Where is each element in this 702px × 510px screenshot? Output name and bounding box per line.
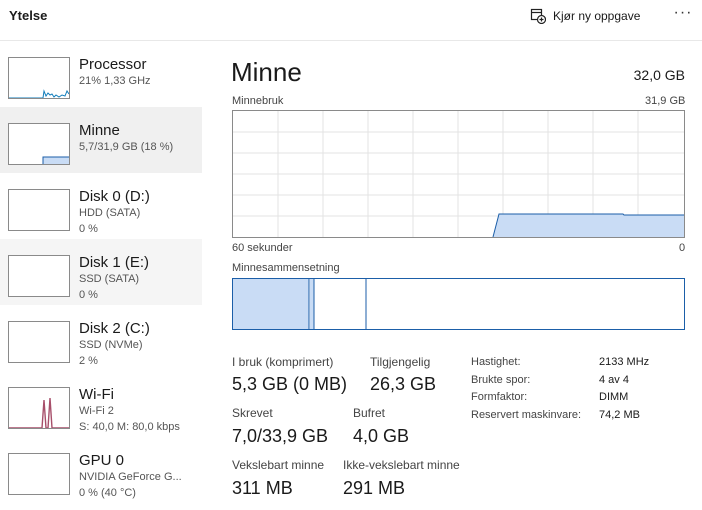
sidebar-item-detail: HDD (SATA) — [79, 207, 141, 219]
paged-pool-label: Vekslebart minne — [232, 458, 325, 472]
sidebar-item-disk-2[interactable]: Disk 2 (C:) SSD (NVMe) 2 % — [0, 305, 202, 371]
sidebar-item-usage: 2 % — [79, 355, 98, 367]
run-new-task-label: Kjør ny oppgave — [553, 9, 641, 23]
sidebar-item-usage: 0 % — [79, 289, 98, 301]
sidebar-item-detail: NVIDIA GeForce G... — [79, 471, 182, 483]
in-use-label: I bruk (komprimert) — [232, 355, 334, 369]
memory-usage-graph — [232, 110, 685, 238]
processor-thumbnail-graph — [8, 57, 70, 99]
gpu-0-thumbnail-graph — [8, 453, 70, 495]
more-options-button[interactable]: ··· — [671, 5, 695, 26]
memory-composition-label: Minnesammensetning — [232, 262, 340, 274]
disk-2-thumbnail-graph — [8, 321, 70, 363]
sidebar-item-detail: 21% 1,33 GHz — [79, 75, 151, 87]
sidebar-item-label: Disk 1 (E:) — [79, 254, 150, 271]
sidebar-item-usage: S: 40,0 M: 80,0 kbps — [79, 421, 180, 433]
memory-composition-bar — [232, 278, 685, 330]
cached-label: Bufret — [353, 406, 386, 420]
sidebar-item-disk-0[interactable]: Disk 0 (D:) HDD (SATA) 0 % — [0, 173, 202, 239]
sidebar-item-usage: 0 % — [79, 223, 98, 235]
sidebar-item-disk-1[interactable]: Disk 1 (E:) SSD (SATA) 0 % — [0, 239, 202, 305]
memory-heading: Minne — [231, 57, 302, 87]
sidebar-item-label: GPU 0 — [79, 452, 125, 469]
memory-total: 32,0 GB — [633, 67, 685, 83]
sidebar-item-detail: 5,7/31,9 GB (18 %) — [79, 141, 174, 153]
disk-1-thumbnail-graph — [8, 255, 70, 297]
disk-0-thumbnail-graph — [8, 189, 70, 231]
sidebar-item-processor[interactable]: Processor 21% 1,33 GHz — [0, 41, 202, 107]
slots-used-value: 4 av 4 — [599, 374, 629, 386]
form-factor-value: DIMM — [599, 391, 629, 403]
cached-value: 4,0 GB — [353, 426, 410, 446]
time-axis-end: 0 — [679, 242, 686, 254]
non-paged-pool-value: 291 MB — [343, 478, 406, 498]
page-title: Ytelse — [9, 8, 48, 23]
committed-label: Skrevet — [232, 406, 273, 420]
wifi-thumbnail-graph — [8, 387, 70, 429]
sidebar-item-memory[interactable]: Minne 5,7/31,9 GB (18 %) — [0, 107, 202, 173]
sidebar-item-detail: Wi-Fi 2 — [79, 405, 114, 417]
memory-thumbnail-graph — [8, 123, 70, 165]
memory-usage-label: Minnebruk — [232, 95, 284, 107]
available-label: Tilgjengelig — [370, 355, 431, 369]
slots-used-key: Brukte spor: — [471, 374, 531, 386]
sidebar-item-label: Processor — [79, 56, 147, 73]
sidebar-item-detail: SSD (SATA) — [79, 273, 140, 285]
sidebar-item-gpu-0[interactable]: GPU 0 NVIDIA GeForce G... 0 % (40 °C) — [0, 437, 202, 503]
non-paged-pool-label: Ikke-vekslebart minne — [343, 458, 460, 472]
in-use-value: 5,3 GB (0 MB) — [232, 374, 348, 394]
form-factor-key: Formfaktor: — [471, 391, 528, 403]
available-value: 26,3 GB — [370, 374, 437, 394]
sidebar-item-label: Minne — [79, 122, 120, 139]
paged-pool-value: 311 MB — [232, 478, 293, 498]
sidebar-item-wifi[interactable]: Wi-Fi Wi-Fi 2 S: 40,0 M: 80,0 kbps — [0, 371, 202, 437]
run-new-task-button[interactable]: Kjør ny oppgave — [530, 4, 640, 28]
sidebar: Processor 21% 1,33 GHz Minne 5,7/31,9 GB… — [0, 41, 202, 510]
sidebar-item-usage: 0 % (40 °C) — [79, 487, 136, 499]
sidebar-item-detail: SSD (NVMe) — [79, 339, 143, 351]
top-bar: Ytelse Kjør ny oppgave ··· — [0, 0, 702, 36]
speed-key: Hastighet: — [471, 356, 521, 368]
sidebar-item-label: Disk 0 (D:) — [79, 188, 150, 205]
hardware-reserved-value: 74,2 MB — [599, 409, 640, 421]
committed-value: 7,0/33,9 GB — [232, 426, 329, 446]
new-task-icon — [530, 8, 546, 24]
sidebar-item-label: Wi-Fi — [79, 386, 114, 403]
time-axis-start: 60 sekunder — [232, 242, 293, 254]
memory-usage-max: 31,9 GB — [645, 95, 686, 107]
speed-value: 2133 MHz — [599, 356, 650, 368]
hardware-reserved-key: Reservert maskinvare: — [471, 409, 582, 421]
sidebar-item-label: Disk 2 (C:) — [79, 320, 150, 337]
